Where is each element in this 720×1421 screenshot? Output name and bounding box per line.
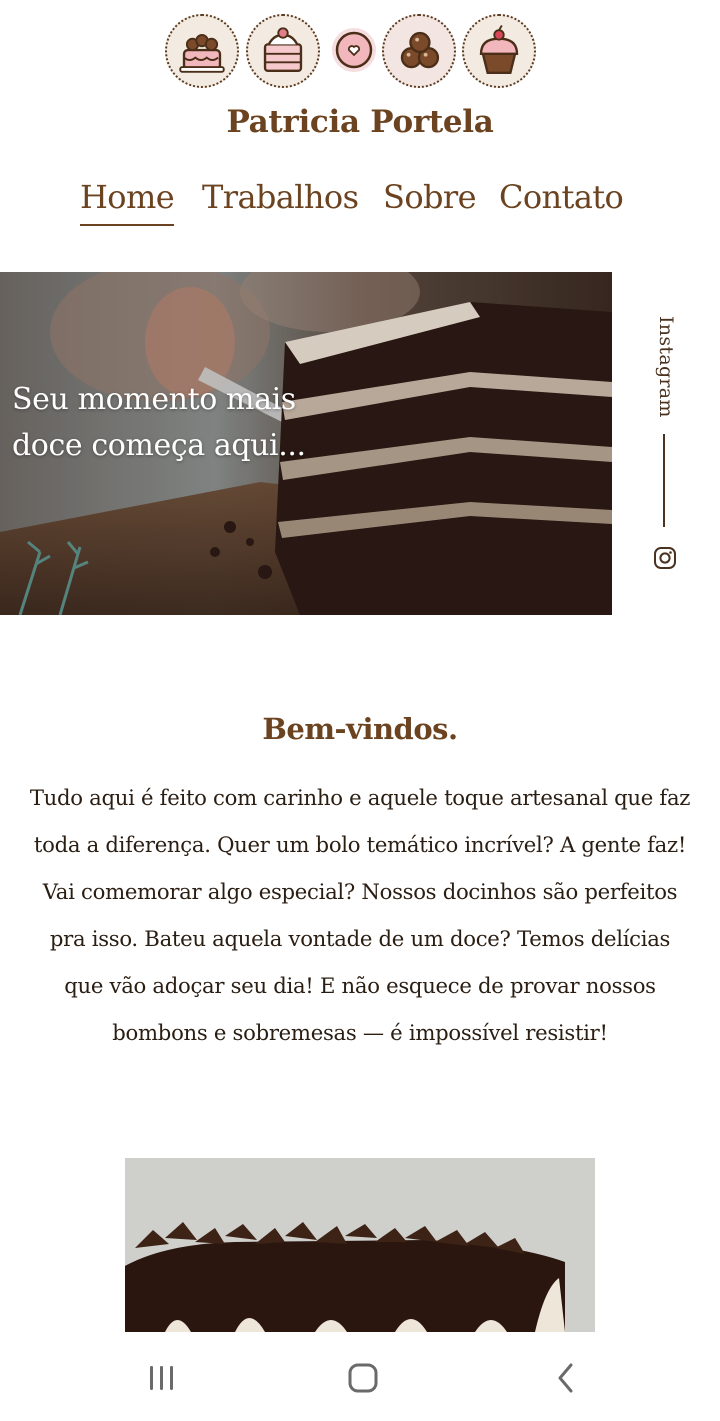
chocolate-cake-image: [125, 1158, 595, 1332]
layer-cake-icon: [165, 14, 239, 88]
nav-sobre[interactable]: Sobre: [383, 178, 477, 216]
instagram-icon[interactable]: [653, 546, 677, 570]
nav-contato[interactable]: Contato: [499, 178, 624, 216]
recent-apps-icon[interactable]: [148, 1364, 176, 1392]
truffles-icon: [382, 14, 456, 88]
logo-badges: [0, 12, 720, 92]
instagram-label[interactable]: Instagram: [650, 316, 680, 418]
cake-slice-icon: [246, 14, 320, 88]
welcome-title: Bem-vindos.: [262, 712, 458, 746]
system-nav-bar: [0, 1332, 720, 1421]
social-divider: [663, 434, 665, 527]
cupcake-icon: [462, 14, 536, 88]
welcome-text: Tudo aqui é feito com carinho e aquele t…: [29, 785, 691, 1045]
main-nav: Home Trabalhos Sobre Contato: [0, 178, 720, 228]
home-icon[interactable]: [348, 1363, 378, 1393]
hero-headline: Seu momento mais doce começa aqui...: [12, 382, 306, 463]
instagram-label-text[interactable]: Instagram: [655, 316, 677, 418]
brand-name[interactable]: Patricia Portela: [0, 104, 720, 140]
donut-icon: [332, 28, 376, 72]
back-icon[interactable]: [556, 1363, 576, 1393]
nav-home[interactable]: Home: [80, 178, 175, 226]
nav-trabalhos[interactable]: Trabalhos: [202, 178, 359, 216]
